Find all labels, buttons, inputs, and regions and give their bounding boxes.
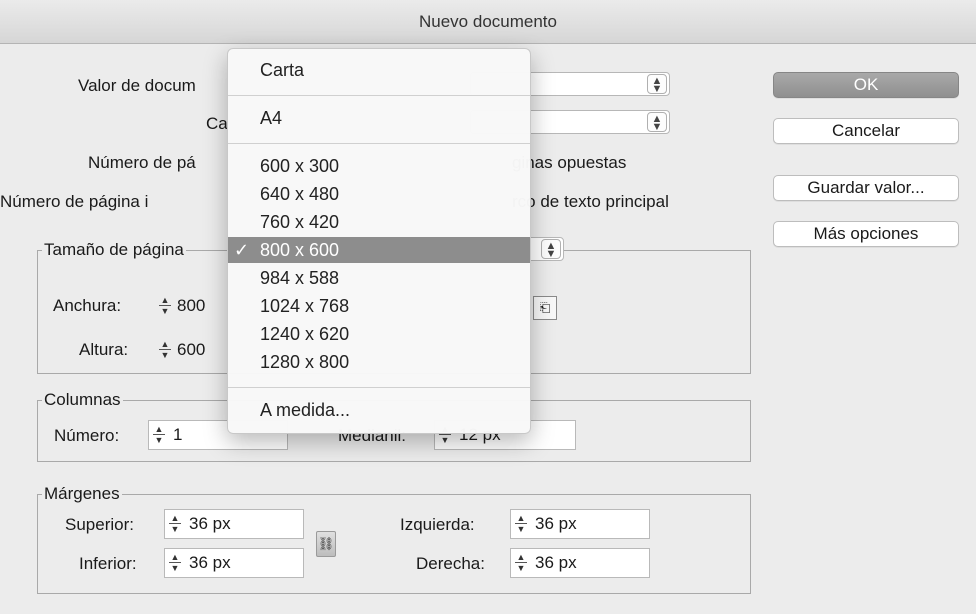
margin-bottom-field[interactable]: ▲ ▼ 36 px [164, 548, 304, 578]
margin-left-value: 36 px [535, 514, 577, 533]
width-value[interactable]: 800 [177, 294, 205, 318]
menu-item-label: 800 x 600 [260, 240, 340, 260]
start-page-label: Número de página i [0, 192, 149, 211]
chain-link-icon[interactable]: ⛓ [316, 531, 336, 557]
margin-right-label: Derecha: [416, 554, 485, 573]
menu-item-custom[interactable]: A medida... [228, 397, 530, 423]
margin-bottom-label: Inferior: [79, 554, 137, 573]
margin-top-label: Superior: [65, 515, 134, 534]
columns-legend: Columnas [42, 389, 123, 411]
menu-item-1280x800[interactable]: 1280 x 800 [228, 349, 530, 375]
intent-label: Ca [206, 114, 228, 133]
margin-right-value: 36 px [535, 553, 577, 572]
menu-item-760x420[interactable]: 760 x 420 [228, 209, 530, 235]
up-down-chevron-icon: ▲ ▼ [647, 74, 667, 95]
columns-number-label: Número: [54, 426, 120, 445]
up-down-stepper-icon[interactable]: ▲▼ [157, 295, 173, 317]
master-text-frame-label: rco de texto principal [512, 192, 669, 211]
menu-item-a4[interactable]: A4 [228, 105, 530, 131]
ok-button[interactable]: OK [773, 72, 959, 98]
menu-separator [228, 95, 530, 96]
margin-left-label: Izquierda: [400, 515, 475, 534]
up-down-stepper-icon[interactable]: ▲▼ [513, 552, 529, 574]
up-down-stepper-icon[interactable]: ▲▼ [167, 552, 183, 574]
columns-number-value: 1 [173, 425, 183, 444]
up-down-stepper-icon[interactable]: ▲▼ [513, 513, 529, 535]
cancel-button[interactable]: Cancelar [773, 118, 959, 144]
menu-item-carta[interactable]: Carta [228, 57, 530, 83]
menu-item-1240x620[interactable]: 1240 x 620 [228, 321, 530, 347]
up-down-chevron-icon: ▲ ▼ [647, 112, 667, 133]
window-title: Nuevo documento [0, 0, 976, 44]
checkmark-icon: ✓ [234, 240, 250, 260]
menu-separator [228, 143, 530, 144]
menu-item-1024x768[interactable]: 1024 x 768 [228, 293, 530, 319]
more-options-button[interactable]: Más opciones [773, 221, 959, 247]
margin-top-value: 36 px [189, 514, 231, 533]
margin-left-field[interactable]: ▲ ▼ 36 px [510, 509, 650, 539]
up-down-chevron-icon: ▲ ▼ [541, 239, 561, 260]
orientation-icon[interactable]: ⎗ [533, 296, 557, 320]
menu-separator [228, 387, 530, 388]
margins-legend: Márgenes [42, 483, 122, 505]
margin-top-field[interactable]: ▲ ▼ 36 px [164, 509, 304, 539]
height-label: Altura: [79, 340, 129, 359]
menu-item-984x588[interactable]: 984 x 588 [228, 265, 530, 291]
page-size-menu: Carta A4 600 x 300 640 x 480 760 x 420 ✓… [227, 48, 531, 434]
page-size-legend: Tamaño de página [42, 239, 186, 261]
save-preset-button[interactable]: Guardar valor... [773, 175, 959, 201]
menu-item-640x480[interactable]: 640 x 480 [228, 181, 530, 207]
height-value[interactable]: 600 [177, 338, 205, 362]
margin-bottom-value: 36 px [189, 553, 231, 572]
pages-number-label: Número de pá [88, 153, 196, 172]
menu-item-800x600[interactable]: ✓ 800 x 600 [228, 237, 530, 263]
up-down-stepper-icon[interactable]: ▲▼ [157, 339, 173, 361]
up-down-stepper-icon[interactable]: ▲▼ [151, 424, 167, 446]
document-preset-label: Valor de docum [78, 76, 196, 95]
width-label: Anchura: [53, 296, 122, 315]
margin-right-field[interactable]: ▲ ▼ 36 px [510, 548, 650, 578]
up-down-stepper-icon[interactable]: ▲▼ [167, 513, 183, 535]
menu-item-600x300[interactable]: 600 x 300 [228, 153, 530, 179]
